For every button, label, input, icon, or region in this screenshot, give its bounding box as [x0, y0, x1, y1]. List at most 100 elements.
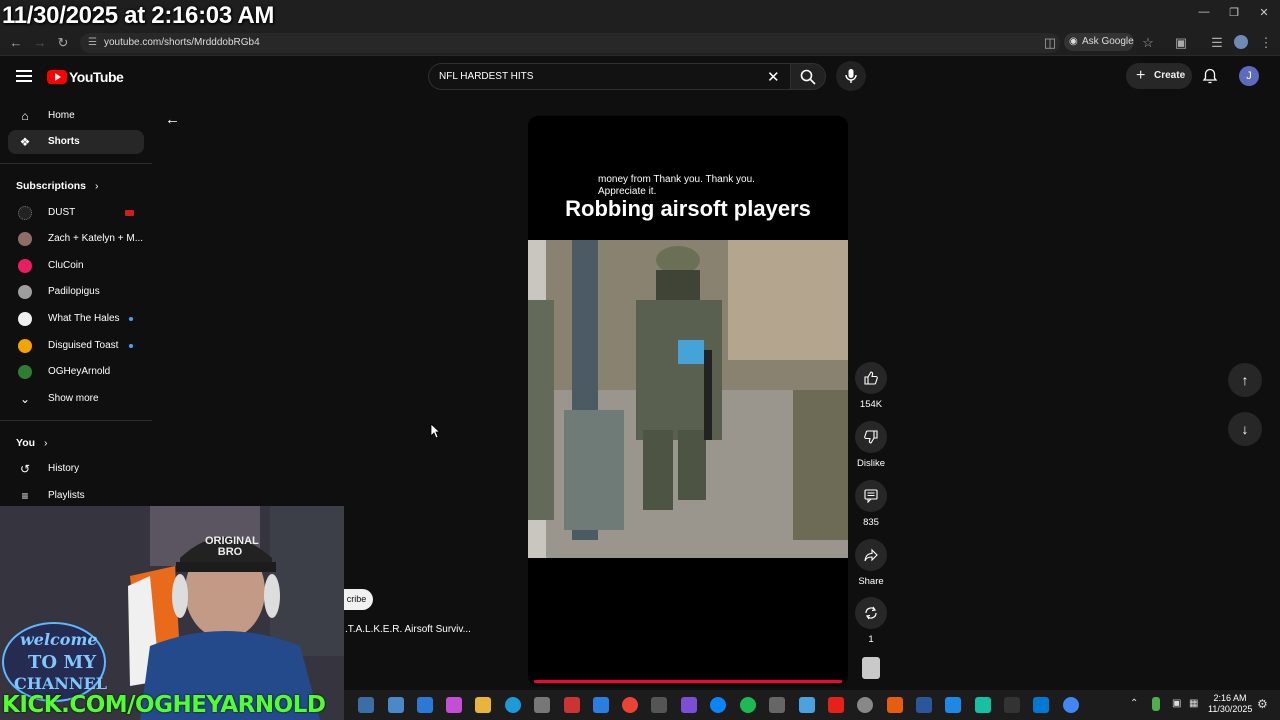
channel-avatar [18, 232, 32, 246]
app-icon[interactable] [710, 697, 726, 713]
minimize-icon[interactable]: — [1194, 6, 1214, 22]
search-input[interactable]: NFL HARDEST HITS ✕ [428, 63, 790, 90]
next-short-button[interactable]: ↓ [1228, 412, 1262, 446]
tray-chevron-icon[interactable]: ⌃ [1130, 698, 1138, 709]
sidebar-item-home[interactable]: ⌂ Home [8, 104, 144, 128]
youtube-app-icon[interactable] [828, 697, 844, 713]
shorts-video-player[interactable]: money from Thank you. Thank you. Appreci… [528, 116, 848, 686]
live-indicator [125, 210, 134, 216]
remix-action[interactable]: 1 [853, 597, 889, 645]
window-icon[interactable] [417, 697, 433, 713]
voice-search-button[interactable] [836, 61, 866, 91]
short-channel-title[interactable]: .T.A.L.K.E.R. Airsoft Surviv... [345, 624, 471, 635]
app-icon[interactable] [945, 697, 961, 713]
profile-icon[interactable] [1234, 35, 1248, 49]
sidebar-item-shorts[interactable]: ❖ Shorts [8, 130, 144, 154]
comments-action[interactable]: 835 [853, 480, 889, 528]
sidebar-item-playlists[interactable]: ≡ Playlists [8, 484, 144, 508]
epic-games-icon[interactable] [1004, 697, 1020, 713]
divider [0, 163, 152, 164]
chevron-right-icon: › [43, 437, 48, 449]
sound-thumbnail[interactable] [862, 657, 880, 679]
outlook-icon[interactable] [593, 697, 609, 713]
network-icon[interactable]: ▦ [1189, 698, 1198, 709]
subscription-item[interactable]: OGHeyArnold [8, 360, 144, 384]
app-icon[interactable] [769, 697, 785, 713]
new-content-dot [129, 344, 133, 348]
extensions-icon[interactable]: ▣ [1173, 35, 1189, 51]
remix-button[interactable] [855, 597, 887, 629]
lens-icon: ◉ [1069, 36, 1078, 47]
edge-icon[interactable] [505, 697, 521, 713]
app-icon[interactable] [857, 697, 873, 713]
browser-menu-icon[interactable]: ⋮ [1258, 35, 1274, 51]
copilot-icon[interactable] [446, 697, 462, 713]
app-icon[interactable] [799, 697, 815, 713]
store-icon[interactable] [534, 697, 550, 713]
like-button[interactable] [855, 362, 887, 394]
subscribe-button[interactable]: cribe [340, 589, 373, 610]
dislike-button[interactable] [855, 421, 887, 453]
remix-icon [865, 606, 877, 620]
account-avatar[interactable]: J [1239, 66, 1259, 86]
ask-google-button[interactable]: ◉ Ask Google [1064, 33, 1134, 51]
install-app-icon[interactable]: ◫ [1042, 35, 1058, 51]
video-frame[interactable] [528, 240, 848, 558]
history-icon: ↺ [19, 462, 31, 476]
taskbar-clock[interactable]: 2:16 AM 11/30/2025 [1208, 693, 1252, 715]
previous-short-button[interactable]: ↑ [1228, 363, 1262, 397]
subscription-item[interactable]: Zach + Katelyn + M... [8, 227, 144, 251]
notifications-tray-icon[interactable]: ⚙ [1257, 697, 1268, 711]
plus-icon: + [1136, 67, 1146, 84]
sidebar-item-history[interactable]: ↺ History [8, 457, 144, 481]
app-icon[interactable] [975, 697, 991, 713]
steam-icon[interactable] [358, 697, 374, 713]
app-icon[interactable] [887, 697, 903, 713]
dislike-action[interactable]: Dislike [853, 421, 889, 469]
back-arrow-icon[interactable]: ← [165, 111, 181, 128]
subscription-item[interactable]: DUST [8, 201, 144, 225]
spotify-icon[interactable] [740, 697, 756, 713]
reload-icon[interactable]: ↻ [55, 35, 71, 51]
subscription-item[interactable]: What The Hales [8, 307, 144, 331]
app-icon[interactable] [1033, 697, 1049, 713]
site-info-icon[interactable]: ☰ [88, 37, 97, 48]
app-icon[interactable] [681, 697, 697, 713]
chrome-active-icon[interactable] [1063, 697, 1079, 713]
comments-button[interactable] [855, 480, 887, 512]
file-explorer-icon[interactable] [475, 697, 491, 713]
media-controls-icon[interactable]: ☰ [1209, 35, 1225, 51]
welcome-badge: welcome TO MY CHANNEL [2, 622, 107, 702]
subscriptions-heading[interactable]: Subscriptions › [16, 180, 98, 192]
subscription-item[interactable]: Disguised Toast [8, 334, 144, 358]
display-tray-icon[interactable]: ▣ [1172, 698, 1181, 709]
mic-tray-icon[interactable] [1152, 697, 1160, 711]
channel-avatar [18, 339, 32, 353]
word-icon[interactable] [916, 697, 932, 713]
share-action[interactable]: Share [853, 539, 889, 587]
chrome-icon[interactable] [622, 697, 638, 713]
search-button[interactable] [790, 63, 826, 90]
subscription-item[interactable]: CluCoin [8, 254, 144, 278]
bookmark-star-icon[interactable]: ☆ [1140, 35, 1156, 51]
restore-icon[interactable]: ❐ [1224, 6, 1244, 22]
channel-avatar [18, 312, 32, 326]
close-window-icon[interactable]: ✕ [1254, 6, 1274, 22]
forward-icon[interactable]: → [32, 35, 48, 51]
calculator-icon[interactable] [388, 697, 404, 713]
hamburger-menu-icon[interactable] [16, 70, 32, 82]
you-heading[interactable]: You › [16, 437, 47, 449]
url-text: youtube.com/shorts/MrdddobRGb4 [104, 37, 260, 48]
app-icon[interactable] [651, 697, 667, 713]
create-button[interactable]: + Create [1126, 63, 1192, 89]
show-more-button[interactable]: ⌄ Show more [8, 387, 144, 411]
back-icon[interactable]: ← [8, 35, 24, 51]
clear-search-icon[interactable]: ✕ [767, 68, 780, 86]
address-bar[interactable]: ☰ youtube.com/shorts/MrdddobRGb4 [80, 33, 1060, 53]
video-progress-bar[interactable] [534, 680, 842, 683]
app-icon[interactable] [564, 697, 580, 713]
like-action[interactable]: 154K [853, 362, 889, 410]
subscription-item[interactable]: Padilopigus [8, 280, 144, 304]
share-button[interactable] [855, 539, 887, 571]
notifications-bell-icon[interactable] [1202, 68, 1218, 84]
